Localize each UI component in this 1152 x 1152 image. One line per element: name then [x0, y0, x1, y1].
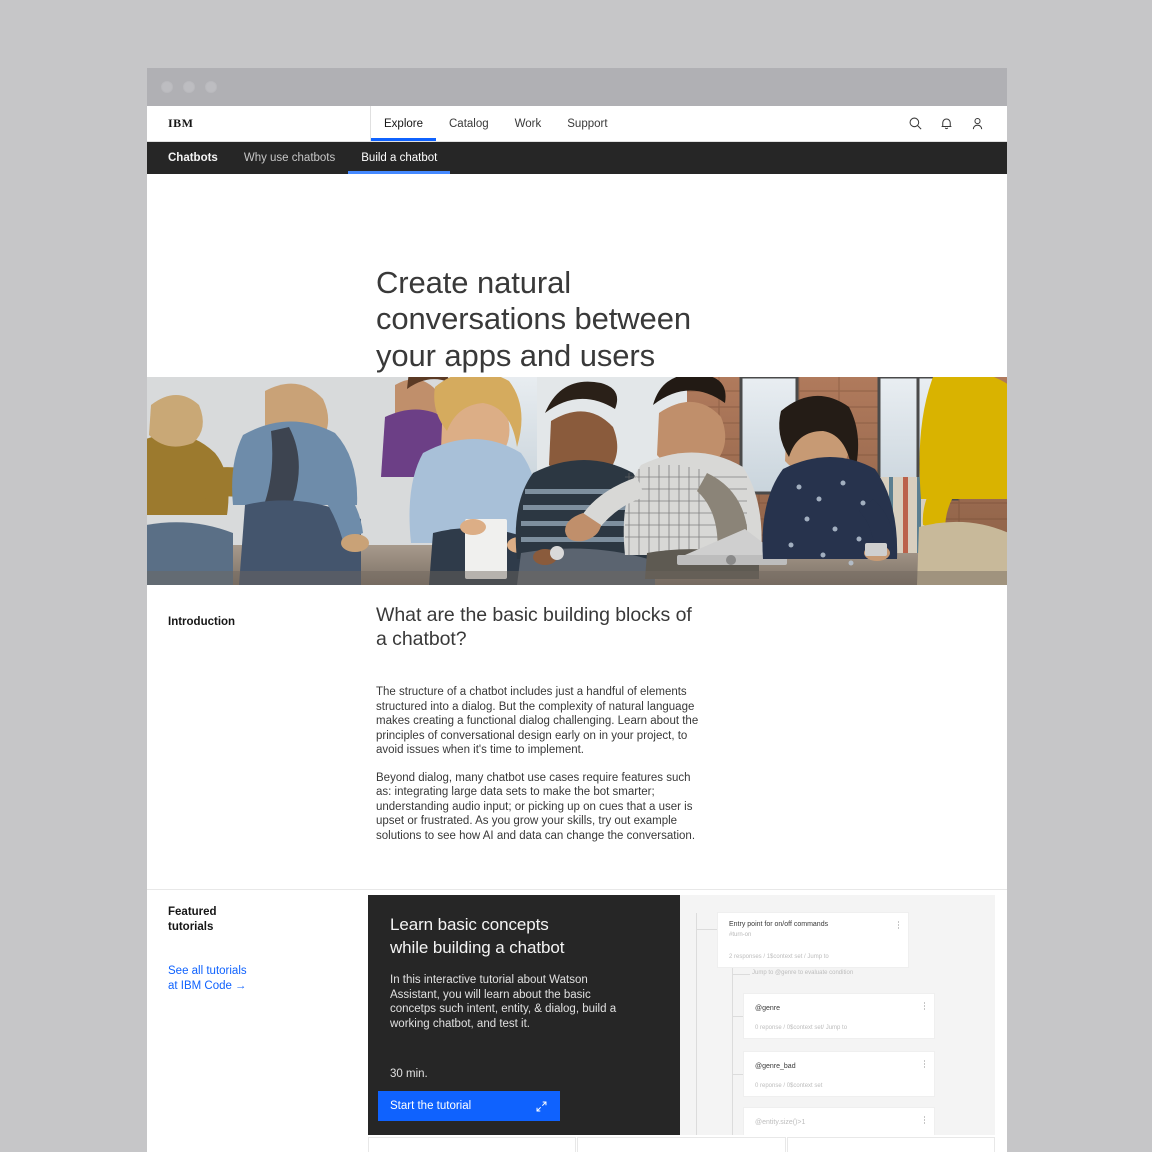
bottom-card[interactable] [786, 1137, 995, 1152]
start-the-tutorial-button[interactable]: Start the tutorial [378, 1091, 560, 1121]
minimize-window-dot[interactable] [183, 81, 195, 93]
nav-label: Catalog [449, 117, 489, 130]
dialog-node[interactable]: @entity.size()>1 [744, 1108, 934, 1135]
featured-eyebrow-line-1: Featured [168, 906, 217, 918]
dialog-node-title: @entity.size()>1 [755, 1119, 806, 1126]
subnav-brand-label: Chatbots [168, 152, 218, 164]
dialog-node-meta: 0 reponse / 0$context set [755, 1083, 823, 1089]
page-title: Create natural conversations between you… [376, 264, 691, 373]
close-window-dot[interactable] [161, 81, 173, 93]
dialog-connector-label: Jump to @genre to evaluate condition [752, 970, 854, 976]
dialog-node-title: @genre_bad [755, 1063, 796, 1070]
subnav-item-why-use-chatbots[interactable]: Why use chatbots [231, 142, 348, 174]
introduction-body: What are the basic building blocks of a … [376, 603, 706, 843]
dialog-node[interactable]: @genre_bad 0 reponse / 0$context set [744, 1052, 934, 1096]
dialog-node-meta: 0 reponse / 0$context set/ Jump to [755, 1025, 848, 1031]
bottom-card-strip [368, 1137, 995, 1152]
dialog-node-title: Entry point for on/off commands [729, 921, 829, 928]
overflow-menu-icon[interactable] [923, 1002, 925, 1010]
nav-item-catalog[interactable]: Catalog [436, 106, 502, 141]
subnav-item-build-a-chatbot[interactable]: Build a chatbot [348, 142, 451, 174]
featured-tutorials-eyebrow: Featured tutorials [168, 905, 217, 935]
dialog-node[interactable]: Entry point for on/off commands #turn-on… [718, 913, 908, 967]
user-avatar-icon[interactable] [970, 116, 985, 131]
introduction-eyebrow: Introduction [168, 616, 236, 628]
nav-item-support[interactable]: Support [554, 106, 620, 141]
overflow-menu-icon[interactable] [923, 1116, 925, 1124]
tutorial-card[interactable]: Learn basic concepts while building a ch… [368, 895, 680, 1135]
dialog-connector-branch [732, 974, 750, 975]
tutorial-title-line-1: Learn basic concepts [390, 915, 549, 934]
masthead: IBM Explore Catalog Work Support [147, 106, 1007, 142]
see-all-line-2: at IBM Code [168, 979, 232, 992]
nav-label: Work [514, 117, 542, 130]
overflow-menu-icon[interactable] [897, 921, 899, 929]
subnav-brand-chatbots[interactable]: Chatbots [160, 142, 231, 174]
introduction-section: Introduction What are the basic building… [147, 585, 1007, 890]
dialog-node[interactable]: @genre 0 reponse / 0$context set/ Jump t… [744, 994, 934, 1038]
arrow-right-icon: → [234, 979, 247, 992]
dialog-connector-node-2 [732, 1016, 744, 1017]
hero-photo [147, 377, 1007, 585]
nav-label: Support [567, 117, 608, 130]
hero-photo-illustration [147, 377, 1007, 585]
bottom-card[interactable] [368, 1137, 577, 1152]
bottom-card[interactable] [577, 1137, 786, 1152]
tutorial-duration: 30 min. [390, 1068, 428, 1080]
see-all-line-1: See all tutorials [168, 965, 247, 977]
subnav: Chatbots Why use chatbots Build a chatbo… [147, 142, 1007, 174]
featured-tutorials-section: Featured tutorials See all tutorials at … [147, 890, 1007, 1150]
notification-bell-icon[interactable] [939, 116, 954, 131]
dialog-connector-node-3 [732, 1074, 744, 1075]
tutorial-card-title: Learn basic concepts while building a ch… [390, 913, 658, 959]
tutorial-row: Learn basic concepts while building a ch… [368, 895, 995, 1135]
masthead-nav: Explore Catalog Work Support [370, 106, 621, 141]
start-tutorial-label: Start the tutorial [390, 1100, 472, 1112]
window-chrome-bar [147, 68, 1007, 106]
dialog-node-meta: 2 responses / 1$context set / Jump to [729, 954, 829, 960]
nav-label: Explore [384, 117, 423, 130]
nav-item-work[interactable]: Work [502, 106, 555, 141]
dialog-connector-root [696, 929, 718, 930]
dialog-rail-outer [696, 913, 697, 1135]
dialog-preview-panel: Entry point for on/off commands #turn-on… [680, 895, 995, 1135]
masthead-icon-group [908, 106, 1007, 141]
tutorial-title-line-2: while building a chatbot [390, 938, 565, 957]
dialog-node-title: @genre [755, 1005, 781, 1012]
maximize-window-dot[interactable] [205, 81, 217, 93]
featured-eyebrow-line-2: tutorials [168, 921, 214, 933]
subnav-label: Why use chatbots [243, 152, 336, 164]
introduction-paragraph-2: Beyond dialog, many chatbot use cases re… [376, 771, 696, 842]
see-all-tutorials-link[interactable]: See all tutorials at IBM Code → [168, 964, 247, 993]
dialog-node-subtitle: #turn-on [729, 932, 752, 938]
tutorial-card-description: In this interactive tutorial about Watso… [390, 974, 617, 1030]
dialog-rail-inner [732, 949, 733, 1135]
introduction-paragraph-1: The structure of a chatbot includes just… [376, 686, 699, 756]
subnav-label: Build a chatbot [361, 152, 438, 164]
browser-window: IBM Explore Catalog Work Support Chatbot… [147, 68, 1007, 1152]
hero-section: Create natural conversations between you… [147, 174, 1007, 377]
dialog-preview-canvas: Entry point for on/off commands #turn-on… [680, 895, 995, 1135]
nav-item-explore[interactable]: Explore [371, 106, 436, 141]
ibm-logo[interactable]: IBM [147, 106, 257, 141]
see-all-line-2-wrapper: at IBM Code → [168, 979, 247, 994]
launch-expand-icon [535, 1100, 548, 1113]
introduction-heading: What are the basic building blocks of a … [376, 604, 692, 650]
overflow-menu-icon[interactable] [923, 1060, 925, 1068]
search-icon[interactable] [908, 116, 923, 131]
